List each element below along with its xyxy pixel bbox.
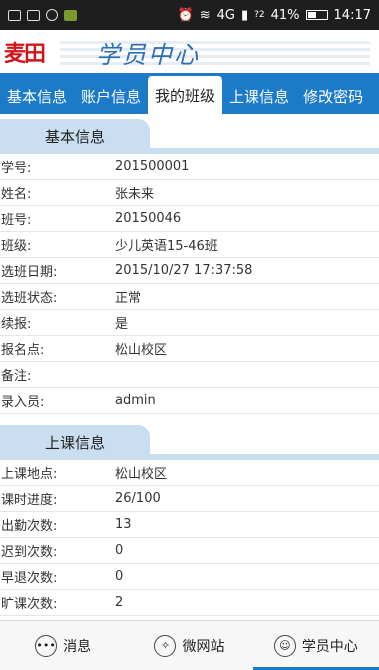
alarm-icon: ⏰ (177, 7, 194, 23)
bottom-nav: ••• 消息 ✧ 微网站 ☺ 学员中心 (0, 620, 379, 670)
info-value: 少儿英语15-46班 (115, 239, 218, 254)
info-label: 报名点: (1, 343, 45, 358)
info-label: 迟到次数: (1, 545, 58, 560)
info-value: 2 (115, 595, 124, 610)
signal-extra-label: ?2 (254, 10, 265, 20)
info-value: 2015/10/27 17:37:58 (115, 263, 253, 278)
info-row: 学号: 201500001 (0, 154, 379, 180)
class-info-list: 上课地点: 松山校区课时进度: 26/100 出勤次数: 13 迟到次数: 0 早退次数: 0 旷… (0, 460, 379, 616)
info-row: 报名点: 松山校区 (0, 336, 379, 362)
info-value: 26/100 (115, 491, 161, 506)
info-label: 续报: (1, 317, 32, 332)
tab-bar: 基本信息 账户信息 我的班级 上课信息 修改密码 (0, 73, 379, 114)
info-label: 课时进度: (1, 493, 58, 508)
info-row: 课时进度: 26/100 (0, 486, 379, 512)
info-label: 班级: (1, 239, 32, 254)
info-label: 早退次数: (1, 571, 58, 586)
info-value: 松山校区 (115, 343, 168, 358)
network-label: 4G (216, 7, 235, 23)
tab-3[interactable]: 上课信息 (222, 78, 296, 114)
keyboard-notification-icon (27, 9, 40, 21)
message-icon: ••• (35, 634, 58, 657)
sync-icon (46, 9, 58, 21)
section-header-basic: 基本信息 (0, 114, 379, 154)
info-label: 班号: (1, 213, 32, 228)
info-row: 早退次数: 0 (0, 564, 379, 590)
info-row: 选班状态: 正常 (0, 284, 379, 310)
info-row: 出勤次数: 13 (0, 512, 379, 538)
battery-icon (305, 10, 328, 20)
info-label: 上课地点: (1, 467, 58, 482)
info-label: 出勤次数: (1, 519, 58, 534)
page-title: 学员中心 (96, 41, 200, 69)
info-value: 松山校区 (115, 467, 168, 482)
info-value: 0 (115, 543, 124, 558)
info-row: 班号: 20150046 (0, 206, 379, 232)
info-value: 是 (115, 317, 129, 332)
info-label: 录入员: (1, 395, 45, 410)
info-label: 备注: (1, 369, 32, 384)
info-row: 班级: 少儿英语15-46班 (0, 232, 379, 258)
info-value: 张未来 (115, 187, 155, 202)
image-notification-icon (8, 9, 21, 21)
section-title-class: 上课信息 (0, 425, 150, 460)
brand-logo: 麦田 (4, 41, 46, 67)
title-banner: 学员中心 (60, 37, 370, 69)
bottom-nav-item-2[interactable]: ☺ 学员中心 (252, 621, 379, 670)
wifi-icon: ≋ (199, 7, 211, 23)
info-value: admin (115, 393, 156, 408)
info-row: 录入员: admin (0, 388, 379, 414)
info-label: 选班日期: (1, 265, 58, 280)
info-row: 迟到次数: 0 (0, 538, 379, 564)
info-row: 选班日期: 2015/10/27 17:37:58 (0, 258, 379, 284)
info-value: 20150046 (115, 211, 182, 226)
battery-percent: 41% (270, 7, 300, 23)
signal-icon: ▮ (240, 7, 249, 23)
info-row: 备注: (0, 362, 379, 388)
app-notification-icon (64, 9, 77, 21)
info-row: 姓名: 张未来 (0, 180, 379, 206)
info-row: 续报: 是 (0, 310, 379, 336)
main-content: 基本信息 学号: 201500001 姓名: 张未来班号: 20150046 班级: 少儿英… (0, 114, 379, 620)
app-header: 麦田 学员中心 (0, 30, 379, 73)
section-header-class: 上课信息 (0, 420, 379, 460)
status-bar: ⏰ ≋ 4G ▮ ?2 41% 14:17 (0, 0, 379, 30)
info-row: 旷课次数: 2 (0, 590, 379, 616)
info-value: 201500001 (115, 159, 190, 174)
section-title-basic: 基本信息 (0, 119, 150, 154)
bottom-nav-label: 消息 (63, 638, 92, 655)
info-label: 姓名: (1, 187, 32, 202)
tab-1[interactable]: 账户信息 (74, 78, 148, 114)
info-value: 13 (115, 517, 132, 532)
compass-icon: ✧ (154, 634, 177, 657)
tab-4[interactable]: 修改密码 (296, 78, 370, 114)
info-label: 学号: (1, 161, 32, 176)
info-label: 选班状态: (1, 291, 58, 306)
info-row: 上课地点: 松山校区 (0, 460, 379, 486)
tab-0[interactable]: 基本信息 (0, 78, 74, 114)
info-value: 正常 (115, 291, 142, 306)
tab-2[interactable]: 我的班级 (148, 76, 223, 114)
bottom-nav-item-0[interactable]: ••• 消息 (0, 621, 126, 670)
bottom-nav-label: 学员中心 (301, 638, 358, 655)
user-icon: ☺ (273, 634, 296, 657)
basic-info-list: 学号: 201500001 姓名: 张未来班号: 20150046 班级: 少儿英语15-4… (0, 154, 379, 414)
clock: 14:17 (333, 7, 371, 23)
info-value: 0 (115, 569, 124, 584)
bottom-nav-item-1[interactable]: ✧ 微网站 (126, 621, 252, 670)
bottom-nav-label: 微网站 (182, 638, 225, 655)
info-label: 旷课次数: (1, 597, 58, 612)
